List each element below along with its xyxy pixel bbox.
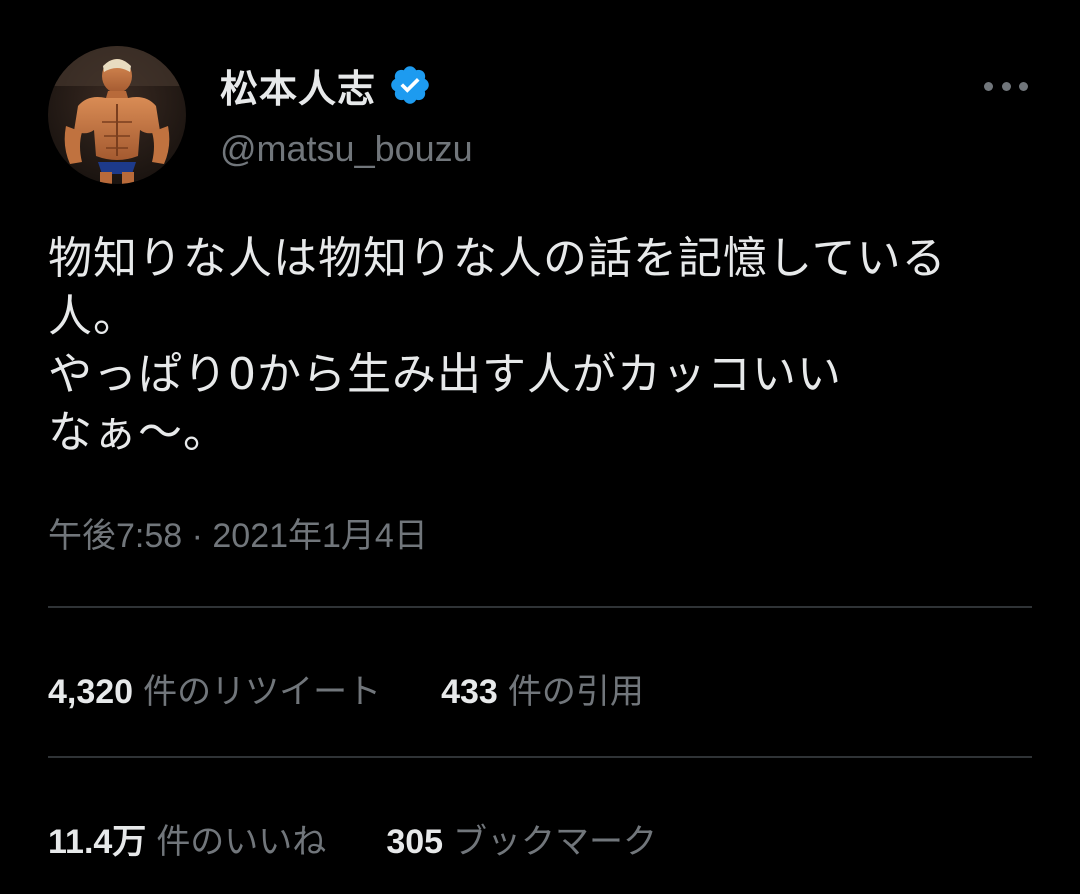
- more-dot: [1019, 81, 1028, 91]
- quotes-count: 433: [441, 673, 498, 711]
- user-handle[interactable]: @matsu_bouzu: [220, 128, 473, 170]
- bookmarks-count: 305: [386, 823, 444, 861]
- verified-badge-icon: [388, 63, 432, 107]
- bookmarks-stat[interactable]: 305 ブックマーク: [386, 814, 657, 863]
- divider: [48, 606, 1032, 608]
- more-dot: [1001, 81, 1011, 91]
- user-names: 松本人志 @matsu_bouzu: [220, 60, 473, 170]
- retweets-label: 件のリツイート: [143, 673, 382, 711]
- quotes-stat[interactable]: 433 件の引用: [441, 664, 644, 713]
- avatar[interactable]: [48, 46, 186, 184]
- retweets-count: 4,320: [48, 673, 134, 711]
- likes-label: 件のいいね: [156, 823, 327, 861]
- stats-row-engagement: 4,320 件のリツイート 433 件の引用: [48, 664, 704, 713]
- tweet-text: 物知りな人は物知りな人の話を記憶している 人。 やっぱり0から生み出す人がカッコ…: [48, 233, 947, 458]
- retweets-stat[interactable]: 4,320 件のリツイート: [48, 664, 381, 713]
- bookmarks-label: ブックマーク: [453, 823, 658, 861]
- display-name-row: 松本人志: [220, 58, 473, 113]
- more-options-icon[interactable]: [984, 74, 1028, 98]
- stats-row-likes: 11.4万 件のいいね 305 ブックマーク: [48, 814, 717, 863]
- display-name[interactable]: 松本人志: [220, 58, 376, 113]
- more-dot: [984, 81, 993, 91]
- likes-stat[interactable]: 11.4万 件のいいね: [48, 814, 326, 863]
- divider: [48, 756, 1032, 758]
- quotes-label: 件の引用: [507, 673, 644, 711]
- likes-count: 11.4万: [48, 823, 147, 861]
- tweet-timestamp[interactable]: 午後7:58 · 2021年1月4日: [48, 508, 428, 557]
- tweet-header: 松本人志 @matsu_bouzu: [48, 46, 1032, 186]
